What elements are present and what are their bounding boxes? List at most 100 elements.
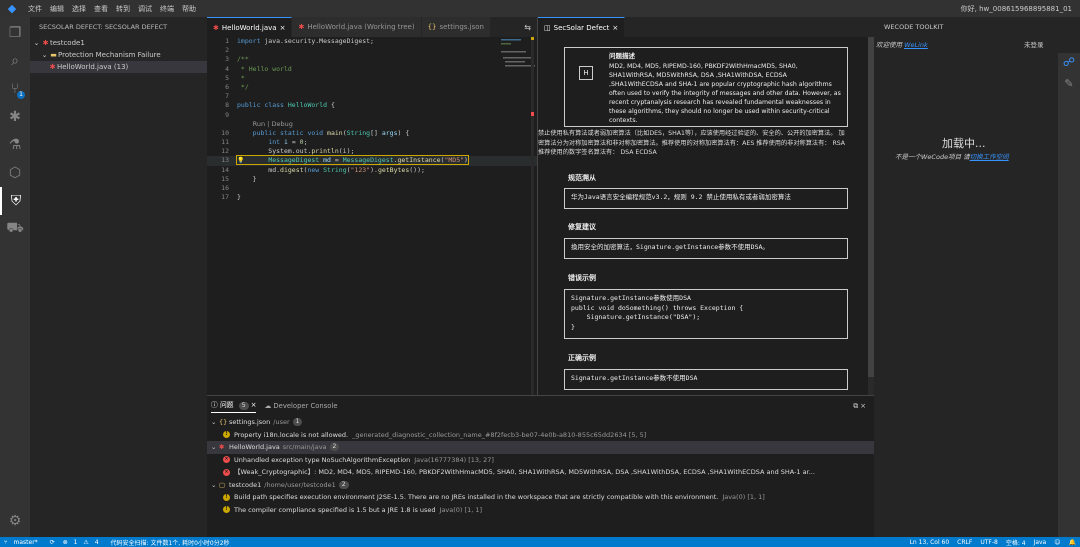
indent-indicator[interactable]: 空格: 4	[1002, 538, 1030, 547]
problem-group[interactable]: ⌄ ▢ testcode1/home/user/testcode1 2	[207, 479, 874, 492]
problem-item[interactable]: × 【Weak_Cryptographic】: MD2, MD4, MD5, RI…	[207, 466, 874, 479]
app-logo-icon: ◆	[7, 2, 17, 15]
code-line[interactable]: 16	[207, 184, 537, 193]
login-status[interactable]: 未登录	[1024, 39, 1044, 49]
menu-item[interactable]: 调试	[134, 4, 156, 14]
close-panel-icon[interactable]: ×	[860, 402, 866, 410]
code-editor[interactable]: ✱ HelloWorld.java × ✱ HelloWorld.java (W…	[207, 17, 537, 395]
tab-secsolar-defect[interactable]: ◫ SecSolar Defect ×	[538, 17, 626, 37]
error-icon: ×	[223, 456, 230, 464]
menu-item[interactable]: 帮助	[178, 4, 200, 14]
status-bar: ⑂ master* ⟳ ⊗ 1 ⚠ 4 代码安全扫描: 文件数1个, 耗时0小时…	[0, 537, 1080, 547]
chevron-down-icon: ⌄	[41, 51, 48, 59]
code-line[interactable]: 17}	[207, 193, 537, 202]
flask-icon[interactable]: ⚗	[0, 131, 30, 159]
close-icon[interactable]: ×	[280, 24, 286, 32]
not-project-text: 不是一个WeCode项目 请	[895, 153, 970, 161]
welcome-text: 欢迎使用	[876, 41, 902, 49]
code-text: Run | Debug	[252, 119, 293, 128]
compare-icon[interactable]: ⇆	[524, 23, 531, 32]
switch-workspace-link[interactable]: 切换工作空间	[970, 153, 1009, 161]
problems-counter[interactable]: ⊗ 1 ⚠ 4	[59, 539, 107, 546]
code-line[interactable]: Run | Debug	[207, 120, 537, 129]
menu-item[interactable]: 编辑	[46, 4, 68, 14]
collapse-all-icon[interactable]: ⧉	[853, 402, 858, 410]
java-file-icon: ✱	[213, 23, 219, 32]
eol-indicator[interactable]: CRLF	[953, 539, 976, 546]
problem-item[interactable]: × Unhandled exception type NoSuchAlgorith…	[207, 454, 874, 467]
tab-settings[interactable]: {} settings.json	[421, 17, 491, 37]
minimap[interactable]	[495, 37, 537, 395]
spec-body: 华为Java语言安全编程规范v3.2，规则 9.2 禁止使用私有或者弱加密算法	[571, 193, 791, 201]
tab-helloworld-working-tree[interactable]: ✱ HelloWorld.java (Working tree)	[292, 17, 422, 37]
smiley-icon[interactable]: ☺	[1050, 539, 1064, 546]
code-line[interactable]: 2	[207, 46, 537, 55]
menu-item[interactable]: 查看	[90, 4, 112, 14]
code-line[interactable]: 11 int i = 0;	[207, 138, 537, 147]
tree-item-label: testcode1	[50, 39, 85, 47]
bell-icon[interactable]: 🔔	[1065, 539, 1080, 546]
tab-problems[interactable]: ⓘ 问题 5 ×	[211, 399, 257, 413]
welink-icon[interactable]: ☍	[1058, 53, 1080, 69]
problem-group[interactable]: ⌄ ✱ HelloWorld.java src/main/java 2	[207, 441, 874, 454]
tools-icon[interactable]: ✎	[1058, 69, 1080, 90]
example-code-line: Signature.getInstance("DSA");	[571, 313, 701, 321]
cursor-position[interactable]: Ln 13, Col 60	[906, 539, 954, 546]
menu-item[interactable]: 终端	[156, 4, 178, 14]
cart-icon[interactable]: ⛟	[0, 215, 30, 243]
code-text: MessageDigest md = MessageDigest.getInst…	[236, 155, 469, 166]
tab-helloworld[interactable]: ✱ HelloWorld.java ×	[207, 17, 293, 37]
tab-developer-console[interactable]: ☁ Developer Console	[264, 402, 337, 410]
tree-item-category[interactable]: ⌄ ▬ Protection Mechanism Failure	[30, 49, 207, 61]
sidebar-title: SECSOLAR DEFECT: SECSOLAR DEFECT	[39, 23, 168, 31]
tab-label: HelloWorld.java (Working tree)	[307, 23, 415, 31]
line-number: 7	[225, 92, 229, 101]
code-line[interactable]: 8 public class HelloWorld {	[207, 101, 537, 110]
code-line[interactable]: 10 public static void main(String[] args…	[207, 129, 537, 138]
code-line[interactable]: 14 md.digest(new String("123").getBytes(…	[207, 166, 537, 175]
settings-gear-icon[interactable]: ⚙	[0, 507, 30, 535]
code-line[interactable]: 7	[207, 92, 537, 101]
code-line[interactable]: 15 }	[207, 175, 537, 184]
chevron-down-icon: ⌄	[211, 480, 217, 489]
welink-link[interactable]: WeLink	[904, 41, 928, 49]
debug-icon[interactable]: ✱	[0, 103, 30, 131]
code-line[interactable]: 5 *	[207, 74, 537, 83]
problem-item[interactable]: ! Property i18n.locale is not allowed. _ge…	[207, 429, 874, 442]
problem-file: HelloWorld.java	[229, 443, 280, 451]
source-control-icon[interactable]: ⑂ 1	[0, 75, 30, 103]
menu-item[interactable]: 文件	[24, 4, 46, 14]
problem-group[interactable]: ⌄{} settings.json/user 1	[207, 416, 874, 429]
shield-icon[interactable]: ⛨	[0, 187, 30, 215]
search-icon[interactable]: ⌕	[0, 47, 30, 75]
code-line[interactable]: 3 /**	[207, 55, 537, 64]
user-greeting[interactable]: 你好, hw_008615968895881_01	[961, 4, 1080, 14]
close-icon[interactable]: ×	[251, 401, 257, 409]
error-icon: ×	[223, 468, 230, 476]
close-icon[interactable]: ×	[612, 24, 618, 32]
problem-detail: Java(0) [1, 1]	[722, 493, 765, 501]
code-line[interactable]: 6 */	[207, 83, 537, 92]
code-line[interactable]: 1 import java.security.MessageDigest;	[207, 37, 537, 46]
encoding-indicator[interactable]: UTF-8	[976, 539, 1002, 546]
sync-icon[interactable]: ⟳	[46, 539, 59, 546]
tree-item-project[interactable]: ⌄ ✱ testcode1	[30, 37, 207, 49]
menu-item[interactable]: 转到	[112, 4, 134, 14]
problem-item[interactable]: ! The compiler compliance specified is 1.…	[207, 504, 874, 517]
line-number: 9	[225, 110, 229, 119]
code-text: }	[237, 174, 257, 183]
tree-item-file[interactable]: ✱ HelloWorld.java (13)	[30, 61, 207, 73]
lightbulb-icon[interactable]: 💡	[237, 156, 244, 165]
cube-icon[interactable]: ⬡	[0, 159, 30, 187]
explorer-icon[interactable]: ❐	[0, 19, 30, 47]
problem-detail: _generated_diagnostic_collection_name_#8…	[352, 430, 647, 439]
code-line[interactable]: 4 * Hello world	[207, 65, 537, 74]
java-file-icon: ✱	[298, 23, 305, 31]
code-line[interactable]: 9	[207, 111, 537, 120]
language-indicator[interactable]: Java	[1030, 539, 1051, 546]
branch-indicator[interactable]: ⑂ master*	[0, 539, 46, 546]
menu-item[interactable]: 选择	[68, 4, 90, 14]
code-line[interactable]: 13 MessageDigest md = MessageDigest.getI…	[207, 155, 537, 166]
problem-item[interactable]: ! Build path specifies execution environm…	[207, 491, 874, 504]
good-example-box: Signature.getInstance参数不使用DSA	[564, 369, 848, 390]
